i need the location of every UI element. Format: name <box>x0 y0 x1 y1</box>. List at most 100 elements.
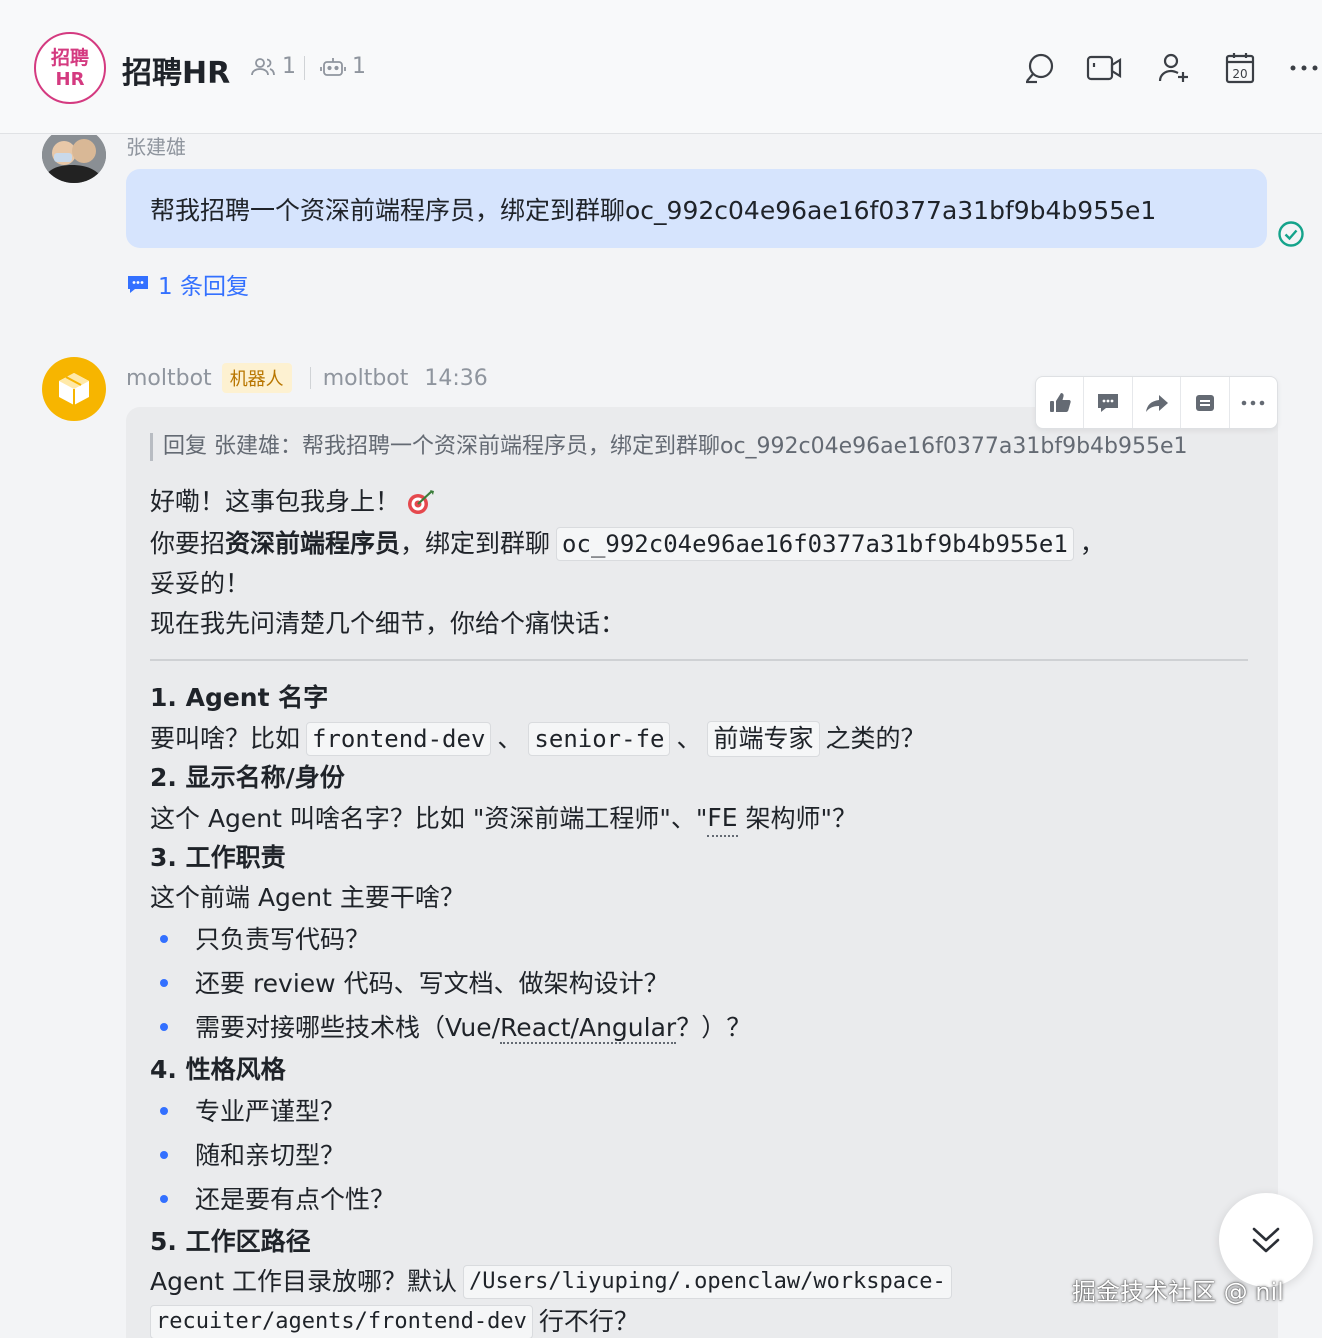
section-5-body-2: recuiter/agents/frontend-dev 行不行？ <box>150 1305 639 1338</box>
more-actions-button[interactable] <box>1230 377 1277 428</box>
s5-text-a: Agent 工作目录放哪？默认 <box>150 1267 457 1296</box>
s3-b3-tech-term[interactable]: React/Angular <box>500 1013 677 1044</box>
bot-avatar[interactable] <box>42 357 106 421</box>
intro-text-2d: ， <box>1079 529 1105 558</box>
s1-text-a: 要叫啥？比如 <box>150 724 301 753</box>
thumbs-up-icon <box>1049 392 1071 412</box>
video-call-button[interactable] <box>1086 50 1122 86</box>
user-message-bubble[interactable]: 帮我招聘一个资深前端程序员，绑定到群聊oc_992c04e96ae16f0377… <box>126 169 1267 248</box>
target-icon <box>408 490 435 514</box>
intro-text-2a: 你要招 <box>150 529 226 558</box>
video-call-icon <box>1086 55 1122 81</box>
bot-count-value: 1 <box>352 54 366 79</box>
bullet-dot <box>160 1151 168 1159</box>
more-icon <box>1290 65 1318 71</box>
comment-button[interactable] <box>1084 377 1133 428</box>
read-check-icon <box>1278 221 1304 247</box>
user-photo-icon <box>42 135 106 183</box>
member-count[interactable]: 1 <box>250 54 296 79</box>
message-time: 14:36 <box>424 365 488 391</box>
s1-code-3[interactable]: 前端专家 <box>707 721 820 757</box>
bot-sender-row: moltbot 机器人 moltbot 14:36 <box>126 363 488 393</box>
bullet-dot <box>160 1195 168 1203</box>
s3-b3-text-c: ？）？ <box>676 1013 752 1042</box>
search-icon <box>1026 53 1054 84</box>
chat-id-code[interactable]: oc_992c04e96ae16f0377a31bf9b4b955e1 <box>556 527 1074 561</box>
double-chevron-down-icon <box>1252 1227 1280 1253</box>
s2-fe-term[interactable]: FE <box>707 801 738 837</box>
s5-path-code-2[interactable]: recuiter/agents/frontend-dev <box>150 1305 533 1338</box>
robot-icon <box>320 57 346 76</box>
section-divider <box>150 659 1248 661</box>
section-5-body: Agent 工作目录放哪？默认/Users/liyuping/.openclaw… <box>150 1265 958 1299</box>
group-avatar[interactable]: 招聘 HR <box>34 32 106 104</box>
reply-count-label: 1 条回复 <box>158 274 249 300</box>
s4-bullet-3: 还是要有点个性？ <box>195 1185 396 1214</box>
forward-button[interactable] <box>1133 377 1182 428</box>
s1-sep-1: 、 <box>497 724 523 753</box>
add-member-button[interactable] <box>1156 50 1192 86</box>
search-button[interactable] <box>1022 50 1058 86</box>
comment-icon <box>1098 393 1119 412</box>
bot-name[interactable]: moltbot <box>126 366 212 391</box>
s2-text-a: 这个 Agent 叫啥名字？比如 "资深前端工程师"、" <box>150 804 708 833</box>
reply-thread-icon <box>128 276 148 293</box>
section-4-title: 4. 性格风格 <box>150 1055 286 1084</box>
s1-code-1[interactable]: frontend-dev <box>306 722 492 756</box>
group-title[interactable]: 招聘HR <box>122 48 230 92</box>
section-1-title: 1. Agent 名字 <box>150 683 329 712</box>
calendar-button[interactable]: 20 <box>1222 50 1258 86</box>
like-button[interactable] <box>1036 377 1085 428</box>
s5-text-b: 行不行？ <box>538 1307 639 1336</box>
s5-path-code-1[interactable]: /Users/liyuping/.openclaw/workspace- <box>462 1265 952 1299</box>
s3-bullet-2: 还要 review 代码、写文档、做架构设计？ <box>195 969 669 998</box>
watermark: 掘金技术社区 @ nil <box>1072 1278 1284 1306</box>
intro-line-4: 现在我先问清楚几个细节，你给个痛快话： <box>150 609 626 638</box>
bot-badge: 机器人 <box>221 363 292 393</box>
chat-header: 招聘 HR 招聘HR 1 1 20 <box>0 0 1322 134</box>
section-2-title: 2. 显示名称/身份 <box>150 763 345 792</box>
members-icon <box>251 57 275 75</box>
intro-bold-role: 资深前端程序员 <box>225 529 401 558</box>
s3-bullet-1: 只负责写代码？ <box>195 925 371 954</box>
reply-quote[interactable]: 回复 张建雄：帮我招聘一个资深前端程序员，绑定到群聊oc_992c04e96ae… <box>150 433 1188 461</box>
bullet-dot <box>160 935 168 943</box>
pin-button[interactable] <box>1181 377 1230 428</box>
section-1-body: 要叫啥？比如 frontend-dev、 senior-fe、前端专家 之类的？ <box>150 721 926 757</box>
intro-line-1: 好嘞！这事包我身上！ <box>150 485 436 519</box>
bot-count[interactable]: 1 <box>320 54 366 79</box>
s2-text-b: 架构师"？ <box>737 804 857 833</box>
pin-icon <box>1195 394 1214 411</box>
bullet-dot <box>160 979 168 987</box>
name-divider <box>309 367 311 389</box>
bot-via: moltbot <box>322 365 409 391</box>
intro-line-2: 你要招 资深前端程序员 ，绑定到群聊 oc_992c04e96ae16f0377a31… <box>150 527 1105 561</box>
meta-divider <box>304 56 305 80</box>
group-avatar-line1: 招聘 <box>50 46 89 69</box>
member-count-value: 1 <box>282 54 296 79</box>
calendar-icon: 20 <box>1225 53 1255 84</box>
thread-reply-link[interactable]: 1 条回复 <box>126 267 249 301</box>
user-avatar[interactable] <box>42 135 106 183</box>
section-5-title: 5. 工作区路径 <box>150 1227 311 1256</box>
bullet-dot <box>160 1107 168 1115</box>
message-list[interactable]: 张建雄 帮我招聘一个资深前端程序员，绑定到群聊oc_992c04e96ae16f… <box>0 135 1322 1338</box>
s4-bullet-2: 随和亲切型？ <box>195 1141 346 1170</box>
more-button[interactable] <box>1286 50 1322 86</box>
forward-icon <box>1145 394 1168 412</box>
intro-line-3: 妥妥的！ <box>150 569 251 598</box>
add-member-icon <box>1158 53 1188 82</box>
s3-b3-text-a: 需要对接哪些技术栈（Vue/ <box>195 1013 501 1042</box>
s1-text-b: 之类的？ <box>825 724 926 753</box>
message-actions-toolbar <box>1035 376 1278 429</box>
section-3-body: 这个前端 Agent 主要干啥？ <box>150 883 465 912</box>
s4-bullet-1: 专业严谨型？ <box>195 1097 346 1126</box>
box-logo-icon <box>59 373 89 405</box>
user-message-text: 帮我招聘一个资深前端程序员，绑定到群聊oc_992c04e96ae16f0377… <box>150 195 1157 225</box>
intro-text-1: 好嘞！这事包我身上！ <box>150 487 401 516</box>
intro-text-2c: ，绑定到群聊 <box>400 529 551 558</box>
user-sender-name: 张建雄 <box>126 135 186 159</box>
s1-code-2[interactable]: senior-fe <box>528 722 671 756</box>
calendar-day: 20 <box>1232 67 1247 81</box>
group-avatar-line2: HR <box>55 68 85 90</box>
